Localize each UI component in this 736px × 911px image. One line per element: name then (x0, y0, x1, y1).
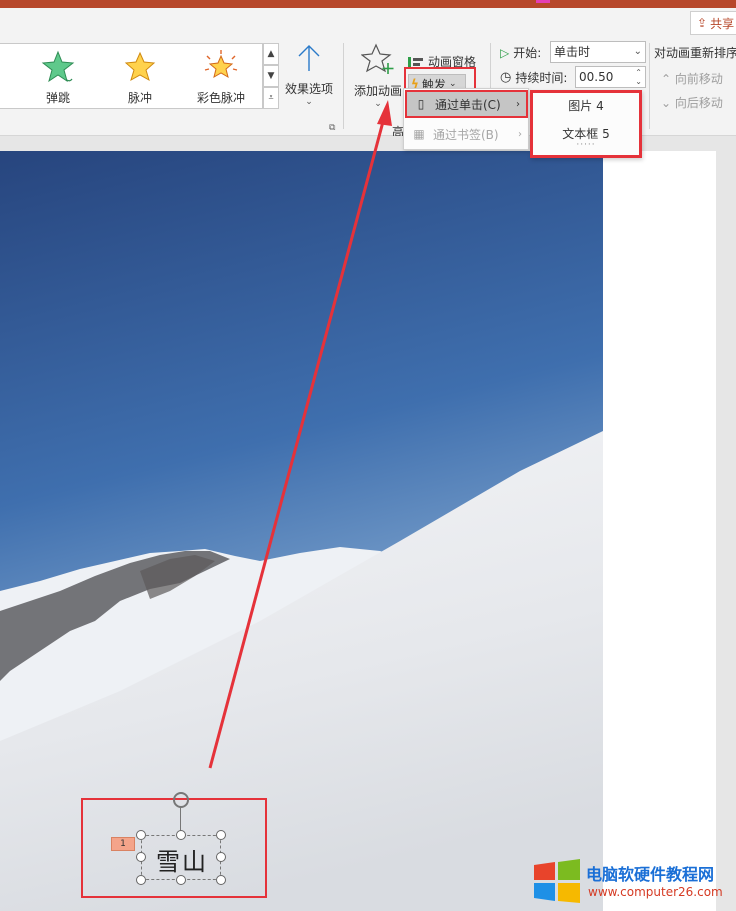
bookmark-icon: ▦ (413, 127, 425, 141)
trigger-object-submenu: 图片 4 文本框 5 ····· (530, 90, 642, 158)
windows-logo-icon (534, 859, 580, 903)
duration-value: 00.50 (579, 70, 614, 84)
chevron-up-icon: ⌃ (661, 72, 672, 86)
menu-item-on-bookmark[interactable]: ▦ 通过书签(B) › (405, 120, 528, 148)
add-animation-button[interactable]: 添加动画 ⌄ (350, 43, 406, 123)
start-label: 开始: (513, 46, 542, 60)
clock-icon: ◷ (500, 70, 512, 85)
snow-mountain-picture[interactable] (0, 151, 603, 911)
chevron-right-icon: › (516, 98, 520, 110)
resize-handle[interactable] (216, 830, 226, 840)
mouse-icon: ▯ (417, 97, 425, 111)
gallery-item-label: 脉冲 (127, 91, 152, 105)
menu-item-label: 通过书签(B) (433, 127, 499, 142)
start-value: 单击时 (554, 45, 591, 59)
play-icon: ▷ (500, 45, 510, 60)
mountain-photo-image (0, 151, 603, 911)
gallery-item-pulse[interactable]: 脉冲 (100, 50, 180, 106)
menu-item-on-click-of[interactable]: ▯ 通过单击(C) › (405, 90, 528, 118)
pulse-star-icon (124, 51, 156, 82)
color-pulse-star-icon (204, 50, 238, 79)
move-earlier-button[interactable]: ⌃ 向前移动 (661, 70, 723, 87)
resize-handle[interactable] (216, 852, 226, 862)
gallery-scroll: ▲ ▼ ⩡ (263, 43, 279, 109)
chevron-right-icon: › (518, 128, 522, 140)
duration-input[interactable]: 00.50 ⌃ ⌄ (575, 66, 646, 88)
start-select[interactable]: 单击时 ⌄ (550, 41, 646, 63)
chevron-down-icon: ⌄ (374, 99, 382, 109)
duration-row: ◷ 持续时间: (500, 69, 567, 86)
start-row: ▷ 开始: (500, 44, 541, 61)
reorder-title: 对动画重新排序 (654, 46, 736, 60)
chevron-down-icon: ⌄ (305, 97, 313, 107)
share-label: 共享 (710, 16, 735, 31)
title-bar (0, 0, 736, 8)
resize-handle[interactable] (176, 830, 186, 840)
move-earlier-label: 向前移动 (674, 72, 723, 86)
gallery-item-label: 弹跳 (45, 91, 70, 105)
chevron-down-icon: ⌄ (633, 46, 642, 57)
move-later-button[interactable]: ⌄ 向后移动 (661, 94, 723, 111)
gallery-expand[interactable]: ⩡ (263, 87, 279, 109)
add-animation-label: 添加动画 (353, 84, 402, 98)
effect-options-label: 效果选项 (284, 82, 333, 96)
bounce-star-icon (41, 50, 75, 83)
resize-handle[interactable] (216, 875, 226, 885)
group-divider (649, 43, 650, 129)
gallery-item-label: 彩色脉冲 (196, 91, 245, 105)
watermark-title: 电脑软硬件教程网 (586, 865, 715, 884)
watermark-url: www.computer26.com (588, 885, 723, 899)
site-watermark: 电脑软硬件教程网 www.computer26.com (532, 855, 732, 905)
gallery-item-color-pulse[interactable]: 彩色脉冲 (181, 50, 261, 106)
resize-handle[interactable] (136, 875, 146, 885)
resize-handle[interactable] (176, 875, 186, 885)
resize-handle[interactable] (136, 852, 146, 862)
gallery-scroll-up[interactable]: ▲ (263, 43, 279, 65)
group-divider (343, 43, 344, 129)
textbox-text[interactable]: 雪山 (142, 842, 222, 877)
gallery-scroll-down[interactable]: ▼ (263, 65, 279, 87)
dialog-launcher-icon[interactable]: ⧉ (329, 123, 335, 133)
submenu-item-picture-4[interactable]: 图片 4 (533, 93, 639, 119)
duration-label: 持续时间: (515, 71, 568, 85)
resize-handle[interactable] (136, 830, 146, 840)
trigger-menu: ▯ 通过单击(C) › ▦ 通过书签(B) › (403, 88, 529, 150)
animation-pane-icon (408, 56, 423, 67)
chevron-down-icon: ⌄ (661, 96, 672, 110)
share-button[interactable]: ⇪ 共享 (690, 11, 736, 35)
slide-canvas (0, 136, 736, 911)
share-icon: ⇪ (697, 16, 708, 30)
animation-order-badge[interactable]: 1 (111, 837, 135, 851)
move-later-label: 向后移动 (674, 96, 723, 110)
spinner-icon[interactable]: ⌃ ⌄ (635, 68, 642, 86)
add-star-icon (360, 43, 394, 74)
menu-item-label: 通过单击(C) (435, 97, 501, 112)
effect-options-button[interactable]: 效果选项 ⌄ (281, 43, 337, 115)
rotate-handle-icon[interactable] (173, 792, 189, 808)
selected-textbox[interactable]: 雪山 (141, 835, 221, 880)
animation-gallery: 弹跳 脉冲 彩色脉冲 (0, 43, 263, 109)
gallery-item-bounce[interactable]: 弹跳 (18, 50, 98, 106)
arrow-up-icon (298, 45, 320, 71)
submenu-more-indicator: ····· (576, 140, 596, 150)
